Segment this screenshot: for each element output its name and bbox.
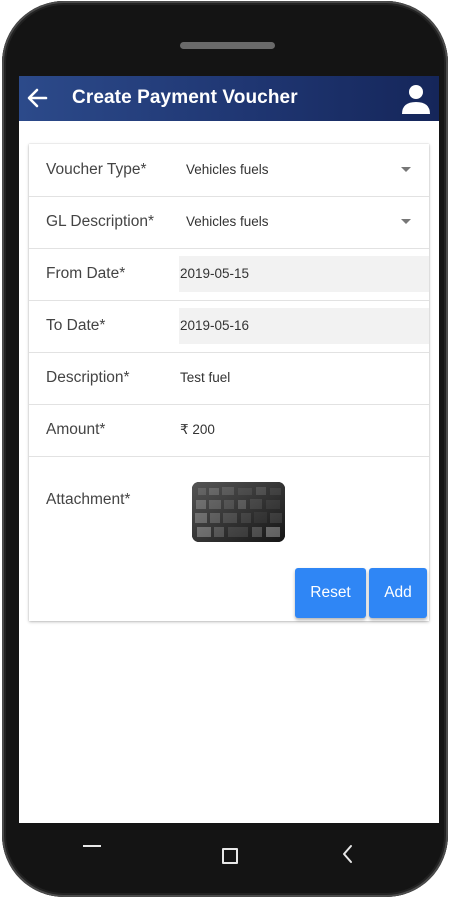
attachment-thumbnail[interactable] [192, 482, 285, 542]
attachment-label: Attachment* [46, 491, 131, 508]
voucher-type-select[interactable]: Vehicles fuels [179, 144, 417, 196]
dropdown-caret-icon [401, 167, 411, 172]
to-date-value: 2019-05-16 [180, 318, 250, 333]
voucher-type-value: Vehicles fuels [186, 162, 269, 177]
from-date-value: 2019-05-15 [180, 266, 250, 281]
description-row: Description* Test fuel [29, 352, 429, 405]
from-date-row: From Date* 2019-05-15 [29, 248, 429, 301]
amount-input[interactable]: ₹ 200 [180, 422, 215, 438]
amount-row: Amount* ₹ 200 [29, 404, 429, 457]
voucher-form-card: Voucher Type* Vehicles fuels GL Descript… [29, 144, 429, 621]
voucher-type-label: Voucher Type* [46, 161, 147, 178]
page-title: Create Payment Voucher [72, 87, 298, 108]
description-input[interactable]: Test fuel [180, 370, 230, 385]
dropdown-caret-icon [401, 219, 411, 224]
gl-description-row: GL Description* Vehicles fuels [29, 196, 429, 249]
to-date-label: To Date* [46, 317, 106, 334]
app-screen: Create Payment Voucher Voucher Type* Veh… [19, 76, 439, 823]
phone-frame: Create Payment Voucher Voucher Type* Veh… [2, 1, 448, 897]
add-button[interactable]: Add [369, 568, 427, 618]
app-bar: Create Payment Voucher [19, 76, 439, 121]
gl-description-label: GL Description* [46, 213, 154, 230]
user-icon[interactable] [400, 84, 432, 114]
phone-speaker [180, 42, 275, 49]
back-arrow-icon[interactable] [26, 86, 48, 110]
nav-menu-icon[interactable] [83, 845, 101, 847]
from-date-input[interactable]: 2019-05-15 [179, 256, 429, 292]
gl-description-value: Vehicles fuels [186, 214, 269, 229]
gl-description-select[interactable]: Vehicles fuels [179, 196, 417, 248]
reset-button[interactable]: Reset [295, 568, 366, 618]
attachment-keyboard-image [192, 482, 285, 542]
amount-label: Amount* [46, 421, 106, 438]
nav-home-icon[interactable] [222, 848, 238, 864]
to-date-input[interactable]: 2019-05-16 [179, 308, 429, 344]
from-date-label: From Date* [46, 265, 126, 282]
description-label: Description* [46, 369, 130, 386]
voucher-type-row: Voucher Type* Vehicles fuels [29, 144, 429, 197]
to-date-row: To Date* 2019-05-16 [29, 300, 429, 353]
attachment-row: Attachment* [29, 456, 429, 566]
nav-back-icon[interactable] [340, 844, 356, 864]
